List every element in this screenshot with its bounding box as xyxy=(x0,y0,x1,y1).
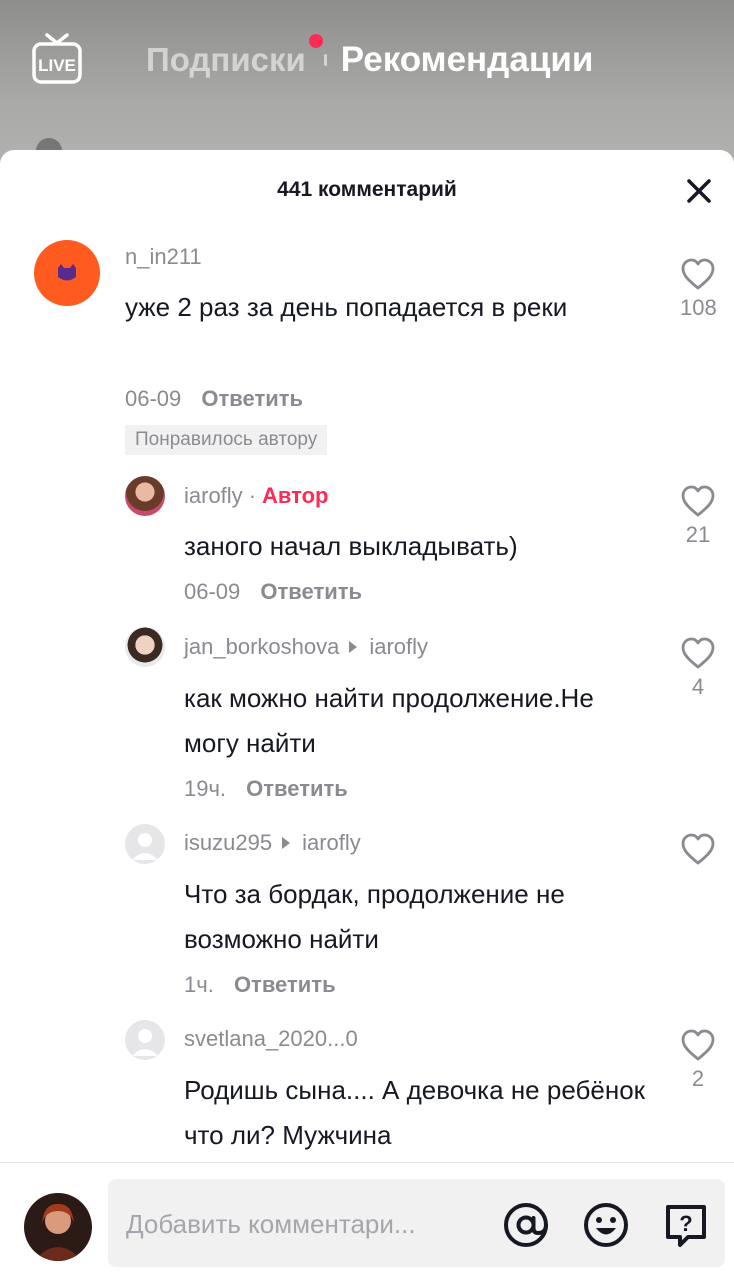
reply-arrow-icon xyxy=(282,837,291,849)
comment-text: уже 2 раз за день попадается в реки xyxy=(125,292,568,322)
liked-by-author-badge: Понравилось автору xyxy=(125,425,328,455)
avatar[interactable] xyxy=(34,240,100,306)
like-button[interactable]: 21 xyxy=(680,484,716,548)
reply-to-username[interactable]: iarofly xyxy=(369,634,428,659)
reply-button[interactable]: Ответить xyxy=(234,972,336,997)
username-text[interactable]: isuzu295 xyxy=(184,830,272,855)
comment-meta: 1ч. Ответить xyxy=(184,972,336,998)
live-tv-icon: LIVE xyxy=(32,33,82,84)
feed-tabs: Подписки Рекомендации xyxy=(146,34,594,82)
avatar[interactable] xyxy=(125,627,165,667)
like-button[interactable] xyxy=(680,832,716,870)
svg-text:LIVE: LIVE xyxy=(38,56,76,75)
reply-arrow-icon xyxy=(349,641,358,653)
heart-outline-icon xyxy=(681,833,715,865)
tab-recommended[interactable]: Рекомендации xyxy=(341,40,594,80)
my-avatar[interactable] xyxy=(24,1193,92,1261)
avatar[interactable] xyxy=(125,1020,165,1060)
comment-text: Родишь сына.... А девочка не ребёнок что… xyxy=(184,1075,646,1150)
comment-text: как можно найти продолжение.Не могу найт… xyxy=(184,683,594,758)
comment-text: Что за бордак, продолжение не возможно н… xyxy=(184,879,565,954)
avatar[interactable] xyxy=(125,824,165,864)
like-button[interactable]: 108 xyxy=(680,257,717,321)
comment-username[interactable]: n_in211 xyxy=(125,244,202,270)
like-button[interactable]: 4 xyxy=(680,636,716,700)
live-button[interactable]: LIVE xyxy=(30,32,84,86)
comment-date: 19ч. xyxy=(184,776,227,801)
heart-outline-icon xyxy=(681,637,715,669)
username-text[interactable]: n_in211 xyxy=(125,244,202,269)
author-badge: Автор xyxy=(262,483,329,508)
question-bubble-icon[interactable]: ? xyxy=(662,1201,710,1249)
like-count: 108 xyxy=(680,295,717,320)
reply-to-username[interactable]: iarofly xyxy=(302,830,361,855)
like-count: 21 xyxy=(685,522,711,547)
tab-divider xyxy=(323,54,327,66)
comment-date: 06-09 xyxy=(184,579,241,604)
username-text[interactable]: svetlana_2020...0 xyxy=(184,1026,358,1051)
comment-username: jan_borkoshova iarofly xyxy=(184,634,428,660)
comment-meta: 06-09 Ответить xyxy=(184,579,362,605)
comment-input-placeholder: Добавить комментари... xyxy=(126,1209,416,1239)
heart-outline-icon xyxy=(681,1029,715,1061)
comments-count-title: 441 комментарий xyxy=(277,178,457,201)
comment-date: 06-09 xyxy=(125,386,182,411)
svg-text:?: ? xyxy=(679,1211,692,1236)
heart-outline-icon xyxy=(681,485,715,517)
comment-text: заного начал выкладывать) xyxy=(184,531,518,561)
tab-following[interactable]: Подписки xyxy=(146,41,306,79)
close-icon xyxy=(687,179,711,203)
reply-button[interactable]: Ответить xyxy=(246,776,348,801)
like-count: 2 xyxy=(691,1066,705,1091)
at-sign-icon[interactable] xyxy=(502,1201,550,1249)
like-count: 4 xyxy=(691,674,705,699)
comment-date: 1ч. xyxy=(184,972,214,997)
username-text[interactable]: iarofly xyxy=(184,483,243,508)
video-background xyxy=(0,0,734,170)
sheet-header: 441 комментарий xyxy=(0,150,734,228)
username-separator: · xyxy=(248,483,257,508)
avatar[interactable] xyxy=(125,476,165,516)
comment-input[interactable]: Добавить комментари... ? xyxy=(108,1179,725,1267)
comment-username: isuzu295 iarofly xyxy=(184,830,361,856)
username-text[interactable]: jan_borkoshova xyxy=(184,634,339,659)
comment-meta: 06-09 Ответить xyxy=(125,386,303,412)
comment-username: iarofly · Автор xyxy=(184,483,329,509)
reply-button[interactable]: Ответить xyxy=(260,579,362,604)
close-button[interactable] xyxy=(684,176,714,206)
like-button[interactable]: 2 xyxy=(680,1028,716,1092)
comments-sheet: 441 комментарий n_in211 уже 2 раз за ден… xyxy=(0,150,734,1280)
emoji-icon[interactable] xyxy=(582,1201,630,1249)
notification-dot xyxy=(309,34,323,48)
heart-outline-icon xyxy=(681,258,715,290)
comment-meta: 19ч. Ответить xyxy=(184,776,348,802)
reply-button[interactable]: Ответить xyxy=(201,386,303,411)
comment-username: svetlana_2020...0 xyxy=(184,1026,358,1052)
comment-composer: Добавить комментари... ? xyxy=(0,1162,734,1281)
